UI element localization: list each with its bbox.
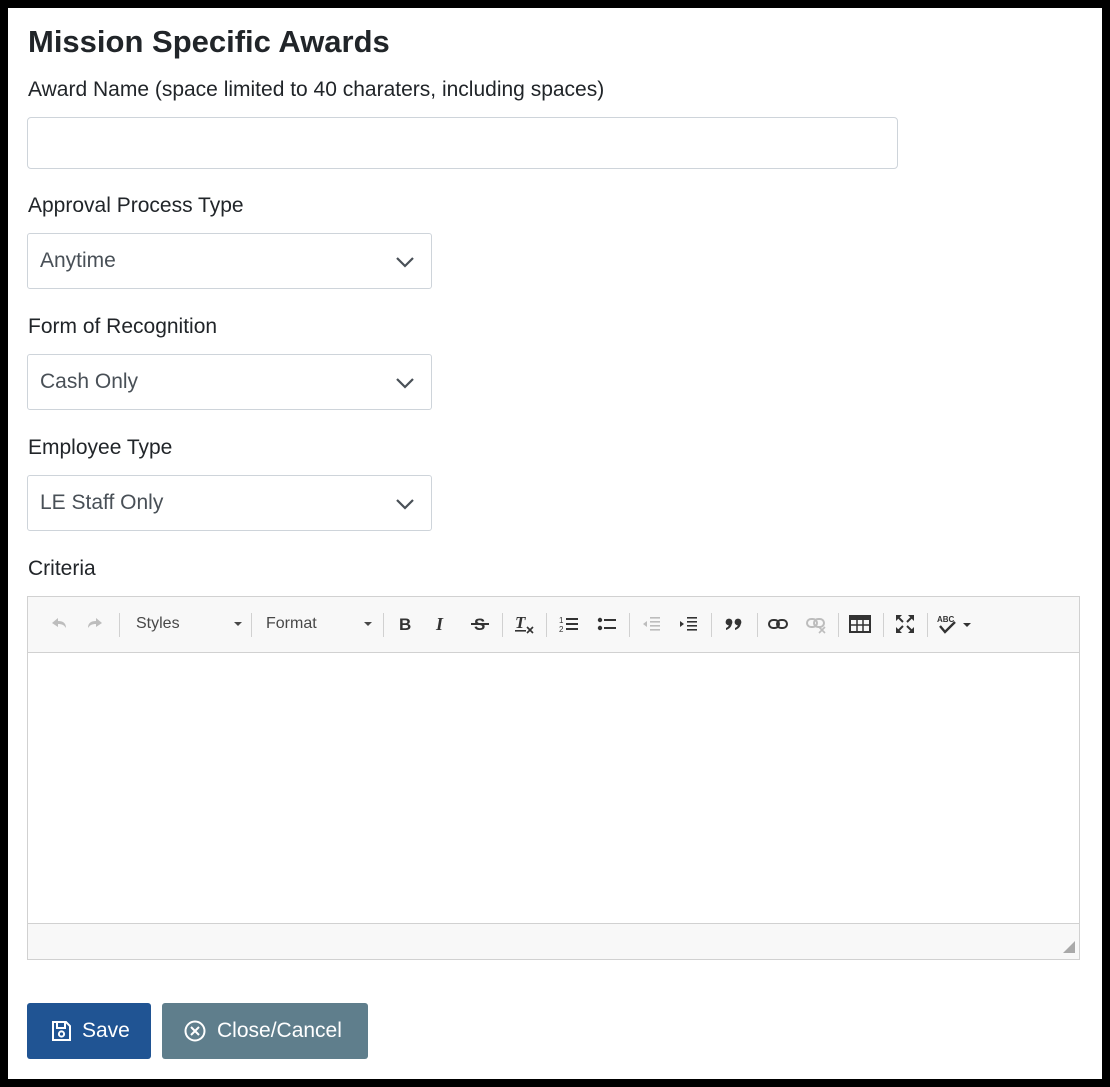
award-name-input[interactable] xyxy=(27,117,898,169)
svg-text:1: 1 xyxy=(559,616,564,625)
svg-text:T: T xyxy=(515,613,526,632)
caret-down-icon xyxy=(364,622,372,626)
svg-text:ABC: ABC xyxy=(937,615,955,624)
form-of-recognition-select[interactable]: Cash Only xyxy=(27,354,432,410)
outdent-icon[interactable] xyxy=(635,609,667,639)
employee-type-select[interactable]: LE Staff Only xyxy=(27,475,432,531)
table-icon[interactable] xyxy=(844,609,876,639)
svg-text:I: I xyxy=(435,614,444,634)
editor-statusbar xyxy=(28,923,1079,959)
close-cancel-button[interactable]: Close/Cancel xyxy=(162,1003,368,1059)
bulleted-list-icon[interactable] xyxy=(591,609,623,639)
format-combo-label: Format xyxy=(266,615,317,632)
caret-down-icon xyxy=(234,622,242,626)
save-button[interactable]: Save xyxy=(27,1003,151,1059)
page-title: Mission Specific Awards xyxy=(28,24,390,59)
toolbar-separator xyxy=(629,613,630,637)
blockquote-icon[interactable] xyxy=(718,609,750,639)
maximize-icon[interactable] xyxy=(889,609,921,639)
toolbar-separator xyxy=(383,613,384,637)
form-of-recognition-label: Form of Recognition xyxy=(28,315,218,338)
employee-type-label: Employee Type xyxy=(28,436,173,459)
link-icon[interactable] xyxy=(762,609,794,639)
editor-toolbar: Styles Format B I S T xyxy=(28,597,1079,653)
unlink-icon[interactable] xyxy=(800,609,832,639)
toolbar-separator xyxy=(757,613,758,637)
award-form-panel: Mission Specific Awards Award Name (spac… xyxy=(8,8,1102,1079)
toolbar-separator xyxy=(119,613,120,637)
remove-format-icon[interactable]: T xyxy=(508,609,540,639)
spellcheck-icon[interactable]: ABC xyxy=(934,609,974,639)
close-circle-icon xyxy=(184,1020,206,1042)
approval-process-value: Anytime xyxy=(40,249,116,272)
toolbar-separator xyxy=(546,613,547,637)
chevron-down-icon xyxy=(396,257,414,268)
numbered-list-icon[interactable]: 12 xyxy=(553,609,585,639)
toolbar-separator xyxy=(838,613,839,637)
award-name-label: Award Name (space limited to 40 charater… xyxy=(28,78,605,101)
svg-text:2: 2 xyxy=(559,625,564,634)
chevron-down-icon xyxy=(396,378,414,389)
toolbar-separator xyxy=(883,613,884,637)
close-cancel-button-label: Close/Cancel xyxy=(217,1019,342,1042)
redo-icon[interactable] xyxy=(79,609,111,639)
save-icon xyxy=(52,1021,71,1041)
approval-process-label: Approval Process Type xyxy=(28,194,244,217)
employee-type-value: LE Staff Only xyxy=(40,491,164,514)
toolbar-separator xyxy=(927,613,928,637)
bold-icon[interactable]: B xyxy=(389,609,421,639)
criteria-editor-content[interactable] xyxy=(28,653,1079,923)
form-of-recognition-value: Cash Only xyxy=(40,370,139,393)
criteria-label: Criteria xyxy=(28,557,96,580)
format-combo[interactable]: Format xyxy=(258,609,378,639)
undo-icon[interactable] xyxy=(43,609,75,639)
resize-handle-icon[interactable] xyxy=(1063,941,1075,953)
strikethrough-icon[interactable]: S xyxy=(464,609,496,639)
italic-icon[interactable]: I xyxy=(425,609,457,639)
save-button-label: Save xyxy=(82,1019,130,1042)
styles-combo-label: Styles xyxy=(136,615,180,632)
chevron-down-icon xyxy=(396,499,414,510)
approval-process-select[interactable]: Anytime xyxy=(27,233,432,289)
svg-text:B: B xyxy=(399,615,411,634)
indent-icon[interactable] xyxy=(672,609,704,639)
toolbar-separator xyxy=(711,613,712,637)
criteria-editor: Styles Format B I S T xyxy=(27,596,1080,960)
toolbar-separator xyxy=(502,613,503,637)
styles-combo[interactable]: Styles xyxy=(128,609,248,639)
toolbar-separator xyxy=(251,613,252,637)
